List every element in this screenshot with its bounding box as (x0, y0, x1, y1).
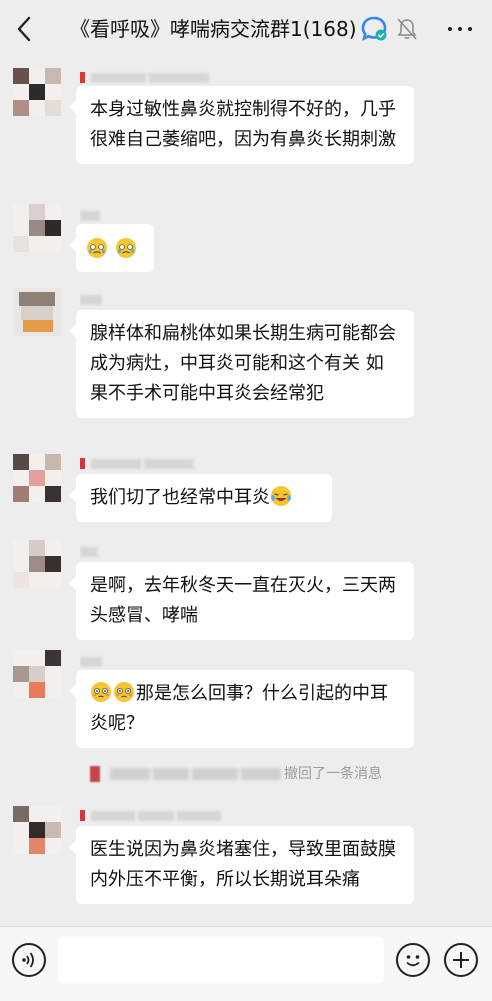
mute-bell-icon (397, 18, 417, 40)
message-bubble[interactable]: 本身过敏性鼻炎就控制得不好的，几乎很难自己萎缩吧，因为有鼻炎长期刺激 (69, 86, 414, 164)
laugh-cry-face-icon (271, 486, 291, 506)
message-text: 腺样体和扁桃体如果长期生病可能都会成为病灶，中耳炎可能和这个有关 如果不手术可能… (90, 323, 396, 404)
input-bar (0, 926, 492, 1001)
smiley-icon (406, 955, 420, 967)
flushed-face-icon (114, 682, 134, 702)
message-text: 医生说因为鼻炎堵塞住，导致里面鼓膜内外压不平衡，所以长期说耳朵痛 (90, 839, 396, 890)
chat-header: 《看呼吸》哮喘病交流群1(168) (0, 0, 492, 58)
teary-face-icon (115, 238, 136, 258)
sender-name (80, 808, 240, 822)
flushed-face-icon (91, 682, 111, 702)
message-input[interactable] (58, 937, 384, 983)
avatar[interactable] (13, 288, 61, 336)
group-badge-icon (361, 16, 387, 41)
message-text: 是啊，去年秋冬天一直在灭火，三天两头感冒、哮喘 (90, 575, 396, 626)
message-bubble[interactable]: 腺样体和扁桃体如果长期生病可能都会成为病灶，中耳炎可能和这个有关 如果不手术可能… (69, 310, 414, 418)
voice-input-button[interactable] (12, 943, 46, 977)
emoji-button[interactable] (396, 943, 430, 977)
sender-name (80, 544, 120, 558)
sender-name (80, 292, 120, 306)
teary-face-icon (87, 238, 107, 258)
message-bubble[interactable]: 我们切了也经常中耳炎 (69, 474, 332, 522)
message-text: 我们切了也经常中耳炎 (90, 487, 270, 508)
plus-icon (453, 952, 469, 968)
avatar[interactable] (13, 806, 61, 854)
recall-notice: 撤回了一条消息 (90, 763, 420, 785)
message-bubble[interactable] (69, 224, 154, 272)
message-bubble[interactable]: 是啊，去年秋冬天一直在灭火，三天两头感冒、哮喘 (69, 562, 414, 640)
back-arrow-icon (17, 16, 31, 42)
sender-name (80, 654, 120, 668)
recall-text: 撤回了一条消息 (284, 766, 382, 782)
avatar[interactable] (13, 68, 61, 116)
more-dots-icon[interactable] (440, 14, 480, 44)
chat-title: 《看呼吸》哮喘病交流群1(168) (70, 17, 357, 41)
sender-name (80, 208, 120, 222)
avatar[interactable] (13, 540, 61, 588)
sender-name (80, 70, 230, 84)
avatar[interactable] (13, 454, 61, 502)
avatar[interactable] (13, 204, 61, 252)
voice-icon (22, 952, 34, 968)
avatar[interactable] (13, 650, 61, 698)
more-functions-button[interactable] (444, 943, 478, 977)
message-text: 本身过敏性鼻炎就控制得不好的，几乎很难自己萎缩吧，因为有鼻炎长期刺激 (90, 99, 396, 150)
sender-name (80, 456, 230, 470)
back-button[interactable] (10, 12, 38, 46)
message-bubble[interactable]: 那是怎么回事？什么引起的中耳炎呢？ (69, 670, 414, 748)
message-bubble[interactable]: 医生说因为鼻炎堵塞住，导致里面鼓膜内外压不平衡，所以长期说耳朵痛 (69, 826, 414, 904)
